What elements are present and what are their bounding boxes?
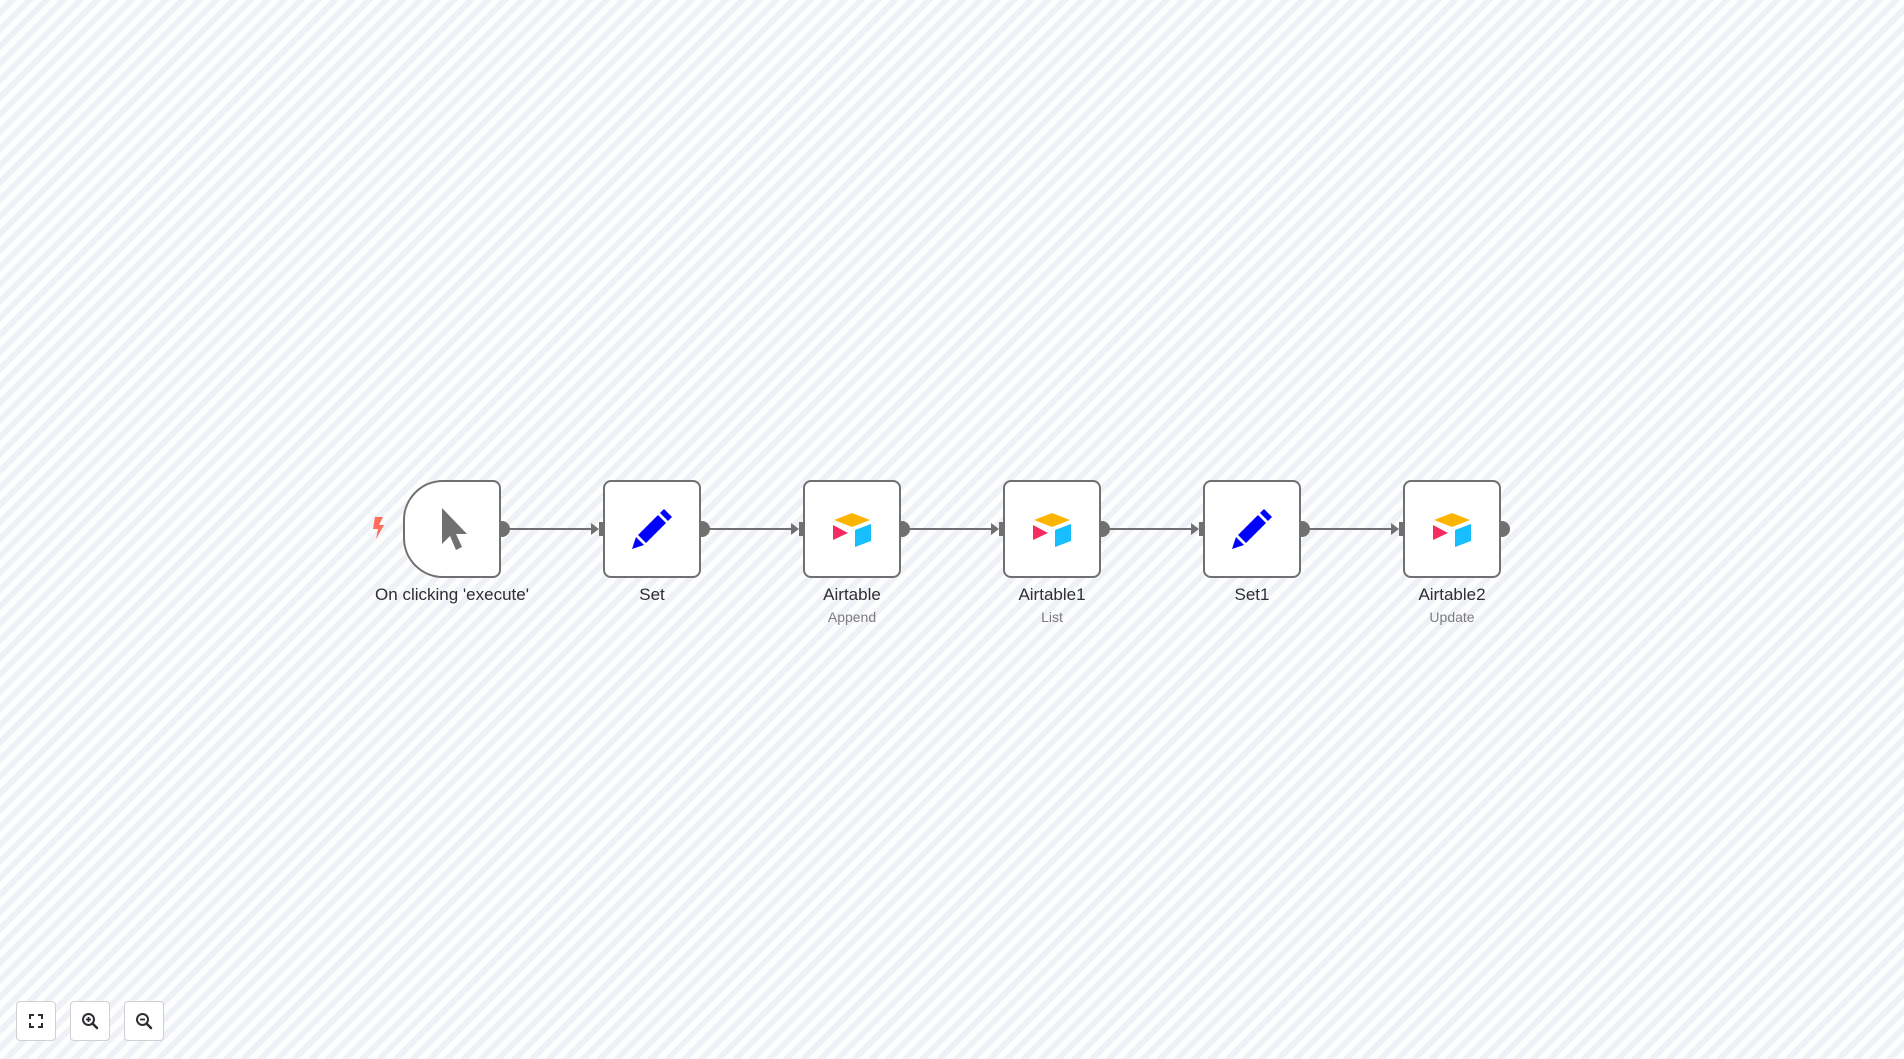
connection-airtable1-set1[interactable]	[1094, 521, 1204, 537]
fit-view-button[interactable]	[16, 1001, 56, 1041]
pencil-icon	[632, 509, 672, 549]
airtable-icon	[1433, 513, 1471, 547]
zoom-out-button[interactable]	[124, 1001, 164, 1041]
connection-set-airtable[interactable]	[694, 521, 804, 537]
airtable-icon	[1033, 513, 1071, 547]
trigger-bolt-icon	[373, 517, 384, 539]
connection-trigger-set[interactable]	[494, 521, 604, 537]
node-set1-label: Set1	[1234, 585, 1270, 604]
airtable-icon	[833, 513, 871, 547]
zoom-in-button[interactable]	[70, 1001, 110, 1041]
node-airtable[interactable]	[803, 480, 901, 578]
workflow-canvas[interactable]: On clicking 'execute' Set Airtable Appen…	[0, 0, 1904, 1059]
node-airtable2-operation: Update	[1429, 609, 1475, 625]
pencil-icon	[1232, 509, 1272, 549]
node-set-label: Set	[639, 585, 665, 604]
node-airtable-label: Airtable	[823, 585, 881, 604]
fullscreen-icon	[29, 1014, 43, 1028]
cursor-icon	[442, 508, 467, 550]
node-airtable1[interactable]	[1003, 480, 1101, 578]
connections-layer	[494, 521, 1510, 537]
connection-airtable-airtable1[interactable]	[894, 521, 1004, 537]
node-airtable-operation: Append	[827, 609, 877, 625]
node-airtable2-label: Airtable2	[1418, 585, 1486, 604]
connection-set1-airtable2[interactable]	[1294, 521, 1404, 537]
zoom-in-icon	[82, 1013, 99, 1030]
node-trigger[interactable]	[403, 480, 501, 578]
zoom-out-icon	[136, 1013, 153, 1030]
node-set1[interactable]	[1203, 480, 1301, 578]
node-trigger-label: On clicking 'execute'	[375, 585, 529, 604]
node-set[interactable]	[603, 480, 701, 578]
node-airtable1-label: Airtable1	[1018, 585, 1086, 604]
node-airtable2[interactable]	[1403, 480, 1501, 578]
node-airtable1-operation: List	[1041, 609, 1063, 625]
